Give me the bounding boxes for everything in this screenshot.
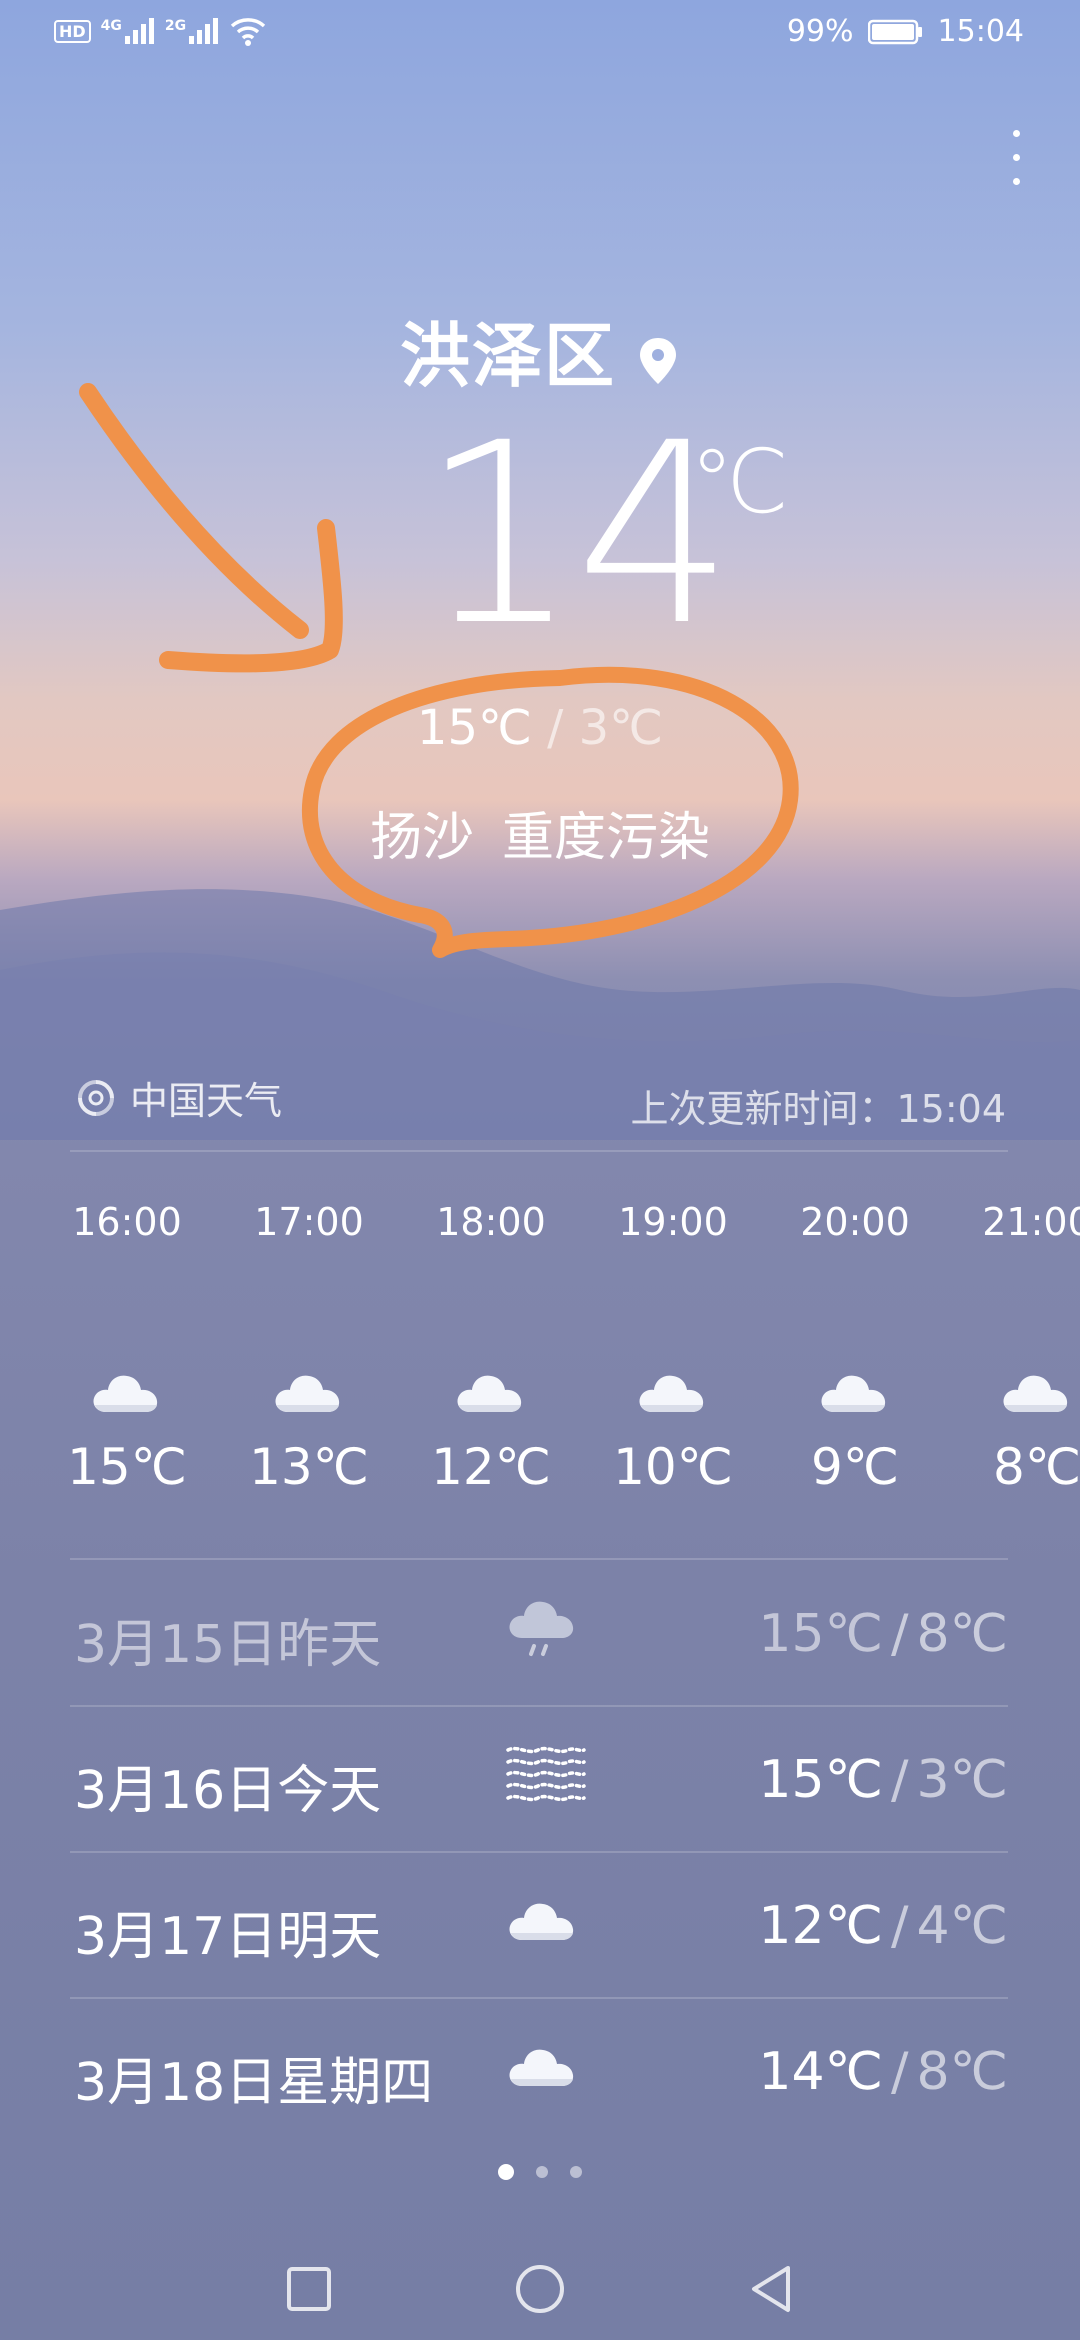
hourly-forecast[interactable]: 16:00 15℃ 17:00 13℃ 18:00 12℃ 19:00 10℃ 20:00 9℃ 2… [0, 1200, 1080, 1530]
cloudy-night-icon [636, 1360, 710, 1420]
hour-time: 21:00 [982, 1200, 1080, 1244]
hourly-item: 18:00 12℃ [406, 1200, 576, 1496]
daily-high: 15℃ [758, 1604, 883, 1664]
china-weather-logo-icon [78, 1079, 114, 1116]
hour-time: 16:00 [72, 1200, 182, 1244]
daily-date: 3月18日星期四 [74, 2053, 434, 2113]
divider [70, 1150, 1008, 1152]
status-bar: HD 4G 2G 99% 15:04 [0, 0, 1080, 72]
today-high: 15℃ [416, 700, 532, 756]
cloudy-icon [90, 1360, 164, 1420]
hourly-item: 21:00 8℃ [952, 1200, 1080, 1496]
daily-temp: 15℃/8℃ [758, 1604, 1008, 1664]
today-low: 3℃ [578, 700, 664, 756]
hour-temp: 9℃ [811, 1438, 899, 1496]
hour-temp: 10℃ [613, 1438, 733, 1496]
weather-condition: 扬沙 重度污染 [0, 795, 1080, 870]
navigation-bar [0, 2240, 1080, 2340]
wifi-icon [230, 18, 266, 46]
current-temperature: 14 [420, 389, 734, 680]
daily-row[interactable]: 3月18日星期四 14℃/8℃ [70, 1998, 1008, 2143]
hourly-item: 16:00 15℃ [42, 1200, 212, 1496]
temp-separator: / [890, 1604, 909, 1664]
more-options-button[interactable] [996, 122, 1036, 192]
hour-temp: 8℃ [993, 1438, 1080, 1496]
last-updated: 上次更新时间：15:04 [630, 1087, 1006, 1131]
hourly-item: 20:00 9℃ [770, 1200, 940, 1496]
status-time: 15:04 [937, 14, 1024, 49]
hour-time: 19:00 [618, 1200, 728, 1244]
hour-time: 20:00 [800, 1200, 910, 1244]
cloudy-icon [506, 2034, 580, 2100]
daily-row[interactable]: 3月16日今天 15℃/3℃ [70, 1706, 1008, 1851]
daily-row[interactable]: 3月15日昨天 15℃/8℃ [70, 1560, 1008, 1705]
cloudy-icon [506, 1888, 580, 1954]
condition-text: 扬沙 [369, 808, 474, 868]
hour-time: 18:00 [436, 1200, 546, 1244]
page-indicator [0, 2164, 1080, 2180]
daily-low: 3℃ [916, 1750, 1008, 1810]
location-title[interactable]: 洪泽区 [0, 300, 1080, 401]
daily-date: 3月15日昨天 [74, 1615, 382, 1675]
daily-low: 8℃ [916, 1604, 1008, 1664]
daily-high: 15℃ [758, 1750, 883, 1810]
signal-2g-icon: 2G [165, 18, 219, 44]
hour-time: 17:00 [254, 1200, 364, 1244]
hour-temp: 15℃ [67, 1438, 187, 1496]
temperature-unit: ℃ [690, 430, 789, 533]
daily-low: 8℃ [916, 2042, 1008, 2102]
sandstorm-icon [506, 1742, 586, 1808]
source-name: 中国天气 [130, 1079, 283, 1123]
daily-temp: 12℃/4℃ [758, 1896, 1008, 1956]
battery-percent: 99% [786, 14, 854, 49]
page-dot [570, 2166, 582, 2178]
battery-icon [867, 19, 922, 44]
cloudy-icon [272, 1360, 346, 1420]
hour-temp: 13℃ [249, 1438, 369, 1496]
home-button[interactable] [505, 2254, 575, 2324]
air-quality-text[interactable]: 重度污染 [502, 808, 710, 868]
hour-temp: 12℃ [431, 1438, 551, 1496]
back-button[interactable] [736, 2254, 806, 2324]
temp-separator: / [890, 1750, 909, 1810]
daily-high: 14℃ [758, 2042, 883, 2102]
today-high-low: 15℃ / 3℃ [416, 700, 664, 756]
daily-high: 12℃ [758, 1896, 883, 1956]
hourly-item: 19:00 10℃ [588, 1200, 758, 1496]
hd-icon: HD [54, 19, 91, 43]
daily-temp: 15℃/3℃ [758, 1750, 1008, 1810]
cloudy-icon [454, 1360, 528, 1420]
signal-4g-icon: 4G [101, 18, 155, 44]
page-dot [498, 2164, 514, 2180]
hourly-item: 17:00 13℃ [224, 1200, 394, 1496]
daily-low: 4℃ [916, 1896, 1008, 1956]
page-dot [536, 2166, 548, 2178]
daily-date: 3月17日明天 [74, 1907, 382, 1967]
cloudy-icon [1000, 1360, 1074, 1420]
location-pin-icon [640, 337, 676, 384]
recents-button[interactable] [274, 2254, 344, 2324]
cloudy-night-icon [818, 1360, 892, 1420]
rain-cloud-icon [506, 1596, 580, 1662]
data-source[interactable]: 中国天气 [76, 1070, 282, 1125]
daily-row[interactable]: 3月17日明天 12℃/4℃ [70, 1852, 1008, 1997]
temp-separator: / [890, 2042, 909, 2102]
location-name: 洪泽区 [400, 315, 616, 397]
daily-date: 3月16日今天 [74, 1761, 382, 1821]
temp-separator: / [890, 1896, 909, 1956]
daily-temp: 14℃/8℃ [758, 2042, 1008, 2102]
